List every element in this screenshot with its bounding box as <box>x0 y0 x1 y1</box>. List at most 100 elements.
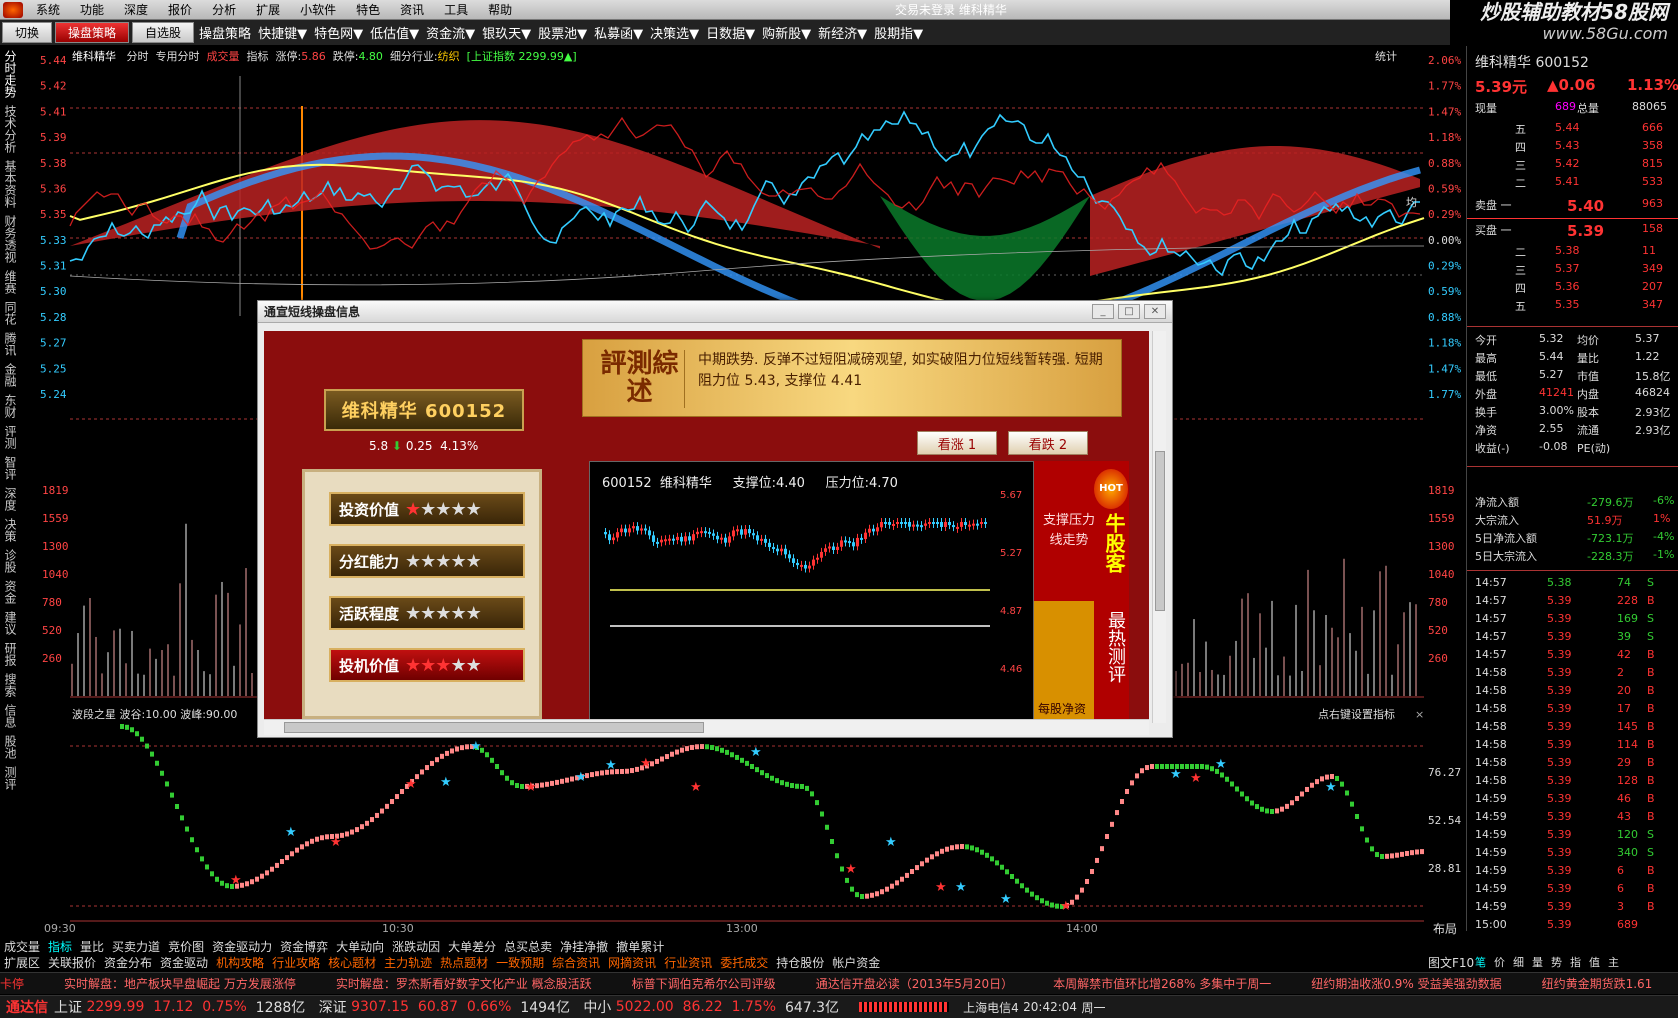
menu-item-quote[interactable]: 报价 <box>158 1 202 18</box>
ticker-item[interactable]: 标普下调伯克希尔公司评级 <box>632 975 776 992</box>
toolbar-menu-daily-data[interactable]: 日数据▼ <box>704 23 757 42</box>
panel-tab-4[interactable]: 势 <box>1551 954 1562 970</box>
ticker-item[interactable]: 通达信开盘必读（2013年5月20日） <box>816 975 1013 992</box>
tab-ext-13[interactable]: 委托成交 <box>716 954 772 970</box>
strategy-button[interactable]: 操盘策略 <box>55 22 130 43</box>
layout-button[interactable]: 布局 <box>1433 920 1457 937</box>
wave-bar <box>170 792 174 798</box>
menu-item-analysis[interactable]: 分析 <box>202 1 246 18</box>
maximize-icon[interactable]: □ <box>1118 304 1140 319</box>
tab-ext-10[interactable]: 综合资讯 <box>548 954 604 970</box>
toolbar-menu-ipo[interactable]: 购新股▼ <box>760 23 813 42</box>
wave-bar <box>360 824 364 830</box>
tab-ext-6[interactable]: 核心题材 <box>324 954 380 970</box>
menu-item-function[interactable]: 功能 <box>70 1 114 18</box>
tab-bottom-8[interactable]: 涨跌动因 <box>388 938 444 954</box>
f10-button[interactable]: 图文F10 <box>1428 954 1474 971</box>
toolbar-menu-fund-flow[interactable]: 资金流▼ <box>424 23 477 42</box>
toolbar-menu-low-valuation[interactable]: 低估值▼ <box>368 23 421 42</box>
ticker-item[interactable]: 本周解禁市值环比增268% 多集中于周一 <box>1053 975 1271 992</box>
ticker-item[interactable]: 实时解盘：罗杰斯看好数字文化产业 概念股活跃 <box>336 975 592 992</box>
tab-bottom-0[interactable]: 成交量 <box>0 938 44 954</box>
watchlist-button[interactable]: 自选股 <box>132 22 195 43</box>
menu-item-tools[interactable]: 工具 <box>434 1 478 18</box>
tab-ext-14[interactable]: 持仓股份 <box>772 954 828 970</box>
tab-ext-8[interactable]: 热点题材 <box>436 954 492 970</box>
tab-ext-2[interactable]: 资金分布 <box>100 954 156 970</box>
wave-bar <box>990 856 994 862</box>
panel-tab-3[interactable]: 量 <box>1532 954 1543 970</box>
scroll-thumb-h[interactable] <box>284 722 704 733</box>
menu-item-news[interactable]: 资讯 <box>390 1 434 18</box>
toolbar-menu-decision[interactable]: 决策选▼ <box>648 23 701 42</box>
server-name[interactable]: 上海电信4 <box>963 999 1019 1016</box>
tab-bottom-4[interactable]: 竞价图 <box>164 938 208 954</box>
tab-bottom-10[interactable]: 总买总卖 <box>500 938 556 954</box>
ad-support-trend[interactable]: 支撑压力线走势 <box>1039 511 1099 551</box>
tick-volume: 39 <box>1617 630 1631 643</box>
vote-down-button[interactable]: 看跌 2 <box>1008 431 1088 455</box>
tab-bottom-11[interactable]: 净挂净撤 <box>556 938 612 954</box>
tab-ext-11[interactable]: 网摘资讯 <box>604 954 660 970</box>
menu-item-feature[interactable]: 特色 <box>346 1 390 18</box>
panel-tab-2[interactable]: 细 <box>1513 954 1524 970</box>
tab-ext-12[interactable]: 行业资讯 <box>660 954 716 970</box>
toolbar-menu-stock-pool[interactable]: 股票池▼ <box>536 23 589 42</box>
tab-ext-5[interactable]: 行业攻略 <box>268 954 324 970</box>
toolbar-menu-private-equity[interactable]: 私募函▼ <box>592 23 645 42</box>
scroll-thumb-v[interactable] <box>1155 451 1165 611</box>
zx-value[interactable]: 5022.00 <box>616 999 674 1015</box>
toolbar-menu-hotkeys[interactable]: 快捷键▼ <box>256 23 309 42</box>
menu-item-depth[interactable]: 深度 <box>114 1 158 18</box>
tab-ext-15[interactable]: 帐户资金 <box>828 954 884 970</box>
switch-button[interactable]: 切换 <box>2 22 53 43</box>
menu-item-system[interactable]: 系统 <box>26 1 70 18</box>
ad-niugu[interactable]: 牛股客 <box>1096 513 1126 573</box>
menu-item-help[interactable]: 帮助 <box>478 1 522 18</box>
ad-hot-review[interactable]: 最热测评 <box>1096 611 1126 683</box>
panel-tab-7[interactable]: 主 <box>1608 954 1619 970</box>
tab-bottom-3[interactable]: 买卖力道 <box>108 938 164 954</box>
sh-value[interactable]: 2299.99 <box>86 999 144 1015</box>
tab-ext-7[interactable]: 主力轨迹 <box>380 954 436 970</box>
close-indicator-icon[interactable]: × <box>1415 708 1424 721</box>
ticker-item[interactable]: 纽约黄金期货跌1.61 <box>1542 975 1653 992</box>
wave-bar <box>245 881 249 887</box>
sz-value[interactable]: 9307.15 <box>351 999 409 1015</box>
tab-bottom-2[interactable]: 量比 <box>76 938 108 954</box>
panel-tab-0[interactable]: 笔 <box>1475 954 1486 970</box>
tab-bottom-7[interactable]: 大单动向 <box>332 938 388 954</box>
tab-bottom-5[interactable]: 资金驱动力 <box>208 938 276 954</box>
ticker-item[interactable]: 卡停 <box>0 975 24 992</box>
dialog-scrollbar-v[interactable] <box>1152 331 1166 723</box>
mini-candle <box>868 528 871 533</box>
panel-tab-5[interactable]: 指 <box>1570 954 1581 970</box>
tab-bottom-1[interactable]: 指标 <box>44 938 76 954</box>
tab-ext-9[interactable]: 一致预期 <box>492 954 548 970</box>
toolbar-menu-feature-net[interactable]: 特色网▼ <box>312 23 365 42</box>
tab-bottom-9[interactable]: 大单差分 <box>444 938 500 954</box>
dialog-scrollbar-h[interactable] <box>264 719 1149 735</box>
minimize-icon[interactable]: _ <box>1092 304 1114 319</box>
menu-item-extend[interactable]: 扩展 <box>246 1 290 18</box>
tab-bottom-6[interactable]: 资金博弈 <box>276 938 332 954</box>
ad-gold[interactable]: 每股净资 <box>1034 601 1094 723</box>
toolbar-menu-yinjiutian[interactable]: 银玖天▼ <box>480 23 533 42</box>
tab-ext-3[interactable]: 资金驱动 <box>156 954 212 970</box>
toolbar-menu-strategy[interactable]: 操盘策略 <box>197 23 253 42</box>
tab-ext-1[interactable]: 关联报价 <box>44 954 100 970</box>
close-icon[interactable]: ✕ <box>1144 304 1166 319</box>
ticker-item[interactable]: 实时解盘：地产板块早盘崛起 万方发展涨停 <box>64 975 296 992</box>
toolbar-menu-index-futures[interactable]: 股期指▼ <box>872 23 925 42</box>
ticker-item[interactable]: 纽约期油收涨0.9% 受益美强劲数据 <box>1311 975 1501 992</box>
tab-bottom-12[interactable]: 撤单累计 <box>612 938 668 954</box>
panel-tab-1[interactable]: 价 <box>1494 954 1505 970</box>
tab-ext-4[interactable]: 机构攻略 <box>212 954 268 970</box>
toolbar-menu-new-economy[interactable]: 新经济▼ <box>816 23 869 42</box>
menu-item-tools-small[interactable]: 小软件 <box>290 1 346 18</box>
wave-bar <box>960 844 964 849</box>
indicator-hint[interactable]: 点右键设置指标 <box>1318 707 1395 721</box>
tab-ext-0[interactable]: 扩展区 <box>0 954 44 970</box>
panel-tab-6[interactable]: 值 <box>1589 954 1600 970</box>
vote-up-button[interactable]: 看涨 1 <box>917 431 997 455</box>
